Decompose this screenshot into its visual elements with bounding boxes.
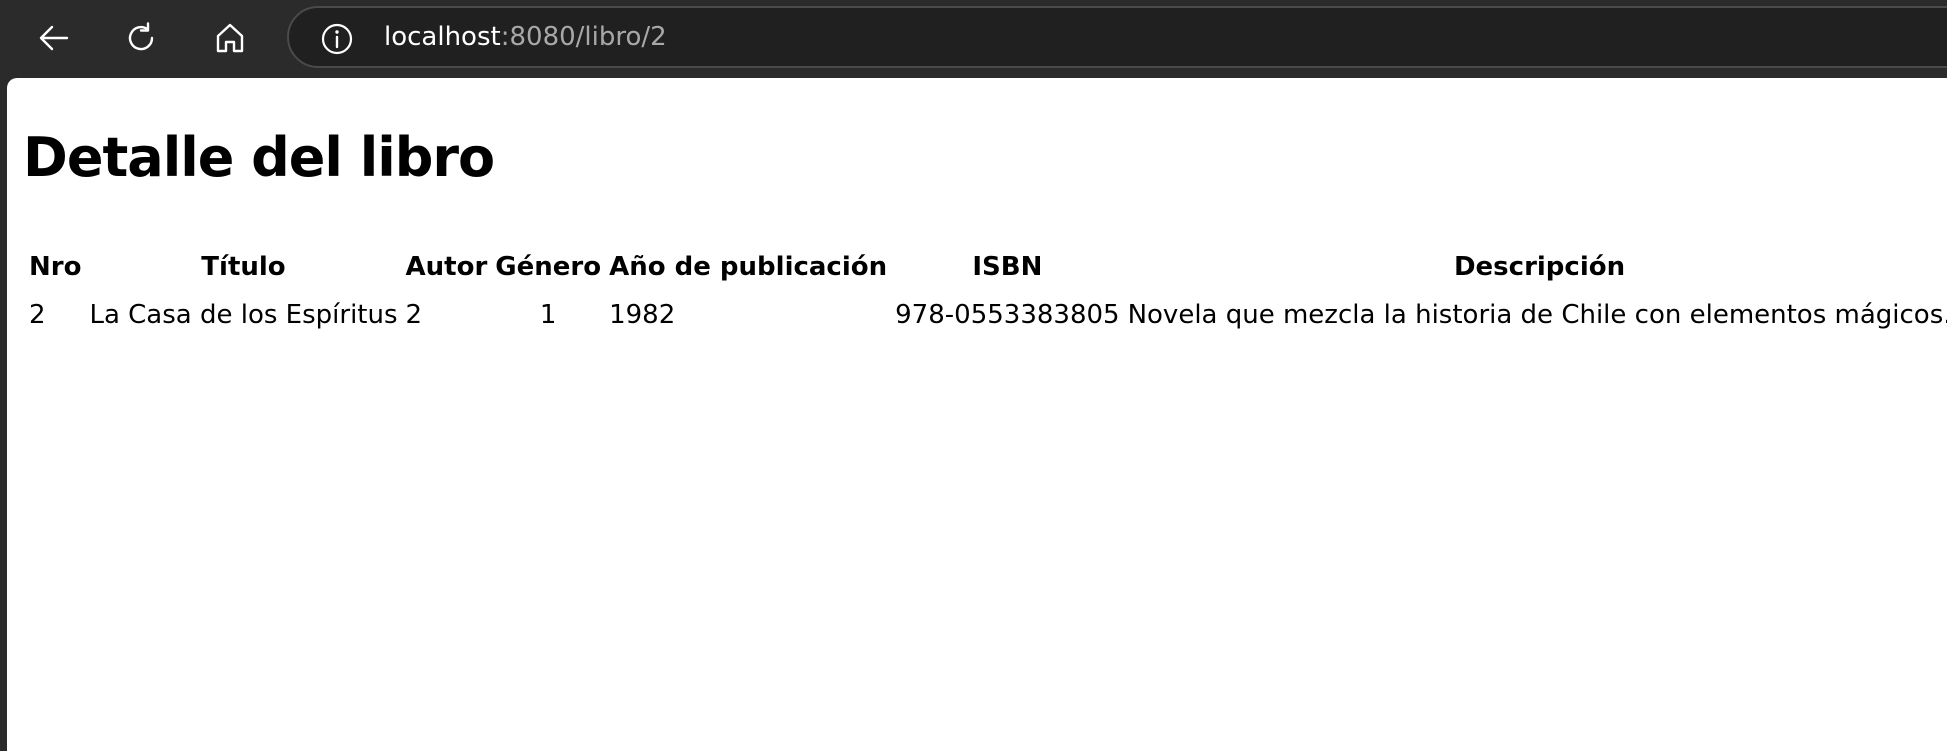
reload-button[interactable] [118,14,166,62]
header-descripcion: Descripción [1453,252,1626,282]
info-icon [321,23,353,55]
home-icon [216,23,244,53]
url-path: :8080/libro/2 [500,22,667,52]
header-genero: Género [495,252,602,282]
header-nro: Nro [29,252,82,282]
cell-anio: 1982 [609,300,676,330]
header-titulo: Título [201,252,286,282]
cell-nro: 2 [29,300,46,330]
book-detail-table: Nro Título Autor Género Año de publicaci… [23,246,1947,336]
back-button[interactable] [30,14,78,62]
page-viewport: Detalle del libro Nro Título Autor Géner… [7,78,1947,751]
arrow-left-icon [39,25,69,51]
cell-descripcion: Novela que mezcla la historia de Chile c… [1127,300,1947,330]
home-button[interactable] [206,14,254,62]
address-bar[interactable]: localhost:8080/libro/2 [287,6,1947,68]
browser-toolbar: localhost:8080/libro/2 [0,0,1947,78]
header-anio-publicacion: Año de publicación [609,252,888,282]
cell-genero: 1 [539,300,557,330]
page-title: Detalle del libro [23,126,495,189]
cell-isbn: 978-0553383805 [895,300,1120,330]
table-row: 2 La Casa de los Espíritus 2 1 1982 978-… [27,288,1947,334]
cell-titulo: La Casa de los Espíritus [89,300,398,330]
header-autor: Autor [405,252,488,282]
url-text[interactable]: localhost:8080/libro/2 [384,8,667,66]
site-info-button[interactable] [319,21,355,57]
header-isbn: ISBN [972,252,1043,282]
table-header-row: Nro Título Autor Género Año de publicaci… [27,248,1947,286]
reload-icon [128,22,154,51]
cell-autor: 2 [405,300,423,330]
url-host: localhost [384,22,501,52]
